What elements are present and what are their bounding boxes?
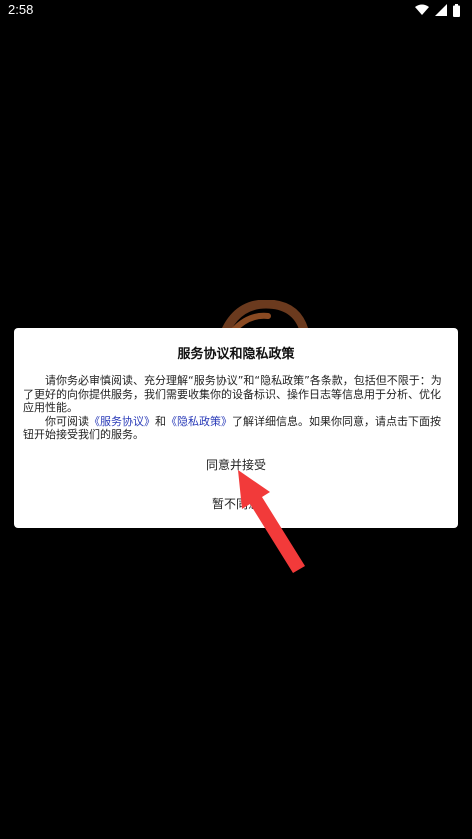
dialog-body: 请你务必审慎阅读、充分理解“服务协议”和“隐私政策”各条款，包括但不限于：为了更… [23,374,449,442]
wifi-icon [415,4,429,16]
service-agreement-link[interactable]: 《服务协议》 [89,415,155,428]
status-time: 2:58 [8,2,34,17]
signal-icon [435,4,447,16]
dialog-paragraph-2: 你可阅读《服务协议》和《隐私政策》了解详细信息。如果你同意，请点击下面按钮开始接… [23,415,449,442]
dialog-paragraph-1: 请你务必审慎阅读、充分理解“服务协议”和“隐私政策”各条款，包括但不限于：为了更… [23,374,442,414]
dialog-title: 服务协议和隐私政策 [177,347,295,362]
privacy-policy-link[interactable]: 《隐私政策》 [166,415,232,428]
screen: 2:58 服务协议和隐私政策 请你务必审慎阅读、充分理解“服务协议”和“隐私政策… [0,0,472,839]
paragraph-2-mid: 和 [155,414,166,428]
status-bar: 2:58 [0,0,472,22]
status-icons [415,3,460,17]
paragraph-2-prefix: 你可阅读 [45,414,89,428]
disagree-button[interactable]: 暂不同意 [14,495,458,512]
agree-button[interactable]: 同意并接受 [14,456,458,473]
privacy-dialog: 服务协议和隐私政策 请你务必审慎阅读、充分理解“服务协议”和“隐私政策”各条款，… [14,328,458,528]
battery-icon [453,3,460,17]
